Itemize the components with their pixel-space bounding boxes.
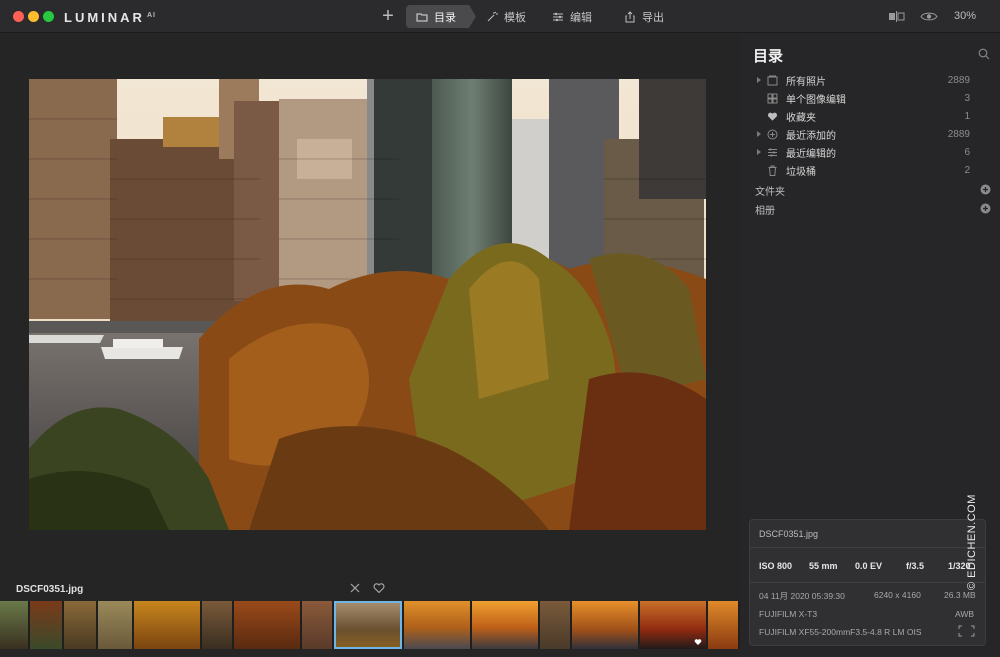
sidebar-item-single-edits[interactable]: 单个图像编辑 3 <box>740 89 1000 107</box>
minimize-window-button[interactable] <box>28 11 39 22</box>
thumbnail[interactable] <box>540 601 570 649</box>
photo-viewer <box>0 34 740 594</box>
thumbnail[interactable] <box>302 601 332 649</box>
watermark: © EDICHEN.COM <box>966 494 978 590</box>
image-info-panel: DSCF0351.jpg ISO 800 55 mm 0.0 EV f/3.5 … <box>749 519 986 646</box>
add-photos-button[interactable]: + <box>379 6 397 26</box>
info-date: 04 11月 2020 05:39:30 <box>759 591 845 601</box>
reject-icon[interactable] <box>349 582 361 594</box>
info-dimensions: 6240 x 4160 <box>874 590 921 600</box>
crop-frame-icon[interactable] <box>958 625 975 637</box>
thumbnail[interactable] <box>708 601 738 649</box>
sidebar-item-recently-edited[interactable]: 最近编辑的 6 <box>740 143 1000 161</box>
favorite-icon[interactable] <box>373 582 385 594</box>
thumbnail[interactable] <box>572 601 638 649</box>
sidebar-item-recently-added[interactable]: 最近添加的 2889 <box>740 125 1000 143</box>
favorite-badge-icon <box>694 639 702 645</box>
thumbnail[interactable] <box>134 601 200 649</box>
title-bar: LUMINAR AI + 目录 模板 编辑 导出 30% <box>0 0 1000 33</box>
app-logo: LUMINAR AI <box>64 10 156 25</box>
compare-icon[interactable] <box>888 10 906 23</box>
photo-image <box>29 79 706 530</box>
thumbnail[interactable] <box>98 601 132 649</box>
sidebar-section-folders[interactable]: 文件夹 <box>755 183 785 198</box>
heart-icon <box>767 112 778 121</box>
info-white-balance: AWB <box>955 609 975 619</box>
sidebar-title: 目录 <box>753 48 784 65</box>
photos-icon <box>767 75 778 85</box>
grid-icon <box>767 93 778 103</box>
share-icon <box>625 10 635 22</box>
thumbnail[interactable] <box>30 601 62 649</box>
thumbnail-selected[interactable] <box>334 601 402 649</box>
info-aperture: f/3.5 <box>906 561 925 571</box>
close-window-button[interactable] <box>13 11 24 22</box>
sliders-icon <box>553 12 563 21</box>
plus-circle-icon <box>767 129 778 139</box>
filmstrip[interactable] <box>0 601 740 649</box>
info-size: 26.3 MB <box>944 590 976 600</box>
thumbnail[interactable] <box>202 601 232 649</box>
info-iso: ISO 800 <box>759 561 793 571</box>
zoom-dropdown[interactable]: 30% <box>954 10 976 22</box>
expand-arrow-icon[interactable] <box>756 149 762 155</box>
thumbnail[interactable] <box>64 601 96 649</box>
info-filename: DSCF0351.jpg <box>759 529 819 539</box>
info-camera: FUJIFILM X-T3 <box>759 609 818 619</box>
magic-wand-icon <box>487 11 498 21</box>
thumbnail[interactable] <box>640 601 706 649</box>
folder-icon <box>416 13 428 21</box>
info-ev: 0.0 EV <box>855 561 883 571</box>
thumbnail[interactable] <box>404 601 470 649</box>
tab-catalog[interactable]: 目录 <box>406 5 476 28</box>
main-photo[interactable] <box>29 79 706 530</box>
search-icon[interactable] <box>978 48 990 60</box>
add-album-icon[interactable] <box>980 203 991 214</box>
tab-templates[interactable]: 模板 <box>476 5 536 28</box>
tab-edit[interactable]: 编辑 <box>542 5 602 28</box>
sidebar-item-all-photos[interactable]: 所有照片 2889 <box>740 71 1000 89</box>
thumbnail[interactable] <box>234 601 300 649</box>
info-focal: 55 mm <box>809 561 838 571</box>
trash-icon <box>768 165 777 176</box>
add-folder-icon[interactable] <box>980 184 991 195</box>
expand-arrow-icon[interactable] <box>756 77 762 83</box>
info-lens: FUJIFILM XF55-200mmF3.5-4.8 R LM OIS <box>759 627 922 637</box>
thumbnail[interactable] <box>472 601 538 649</box>
eye-icon[interactable] <box>920 10 938 23</box>
thumbnail[interactable] <box>0 601 28 649</box>
tab-export[interactable]: 导出 <box>614 5 674 28</box>
sidebar-item-favorites[interactable]: 收藏夹 1 <box>740 107 1000 125</box>
sidebar-section-albums[interactable]: 相册 <box>755 202 775 217</box>
maximize-window-button[interactable] <box>43 11 54 22</box>
filmstrip-filename: DSCF0351.jpg <box>16 584 84 595</box>
sidebar-item-trash[interactable]: 垃圾桶 2 <box>740 161 1000 179</box>
sliders-icon <box>768 147 777 157</box>
expand-arrow-icon[interactable] <box>756 131 762 137</box>
